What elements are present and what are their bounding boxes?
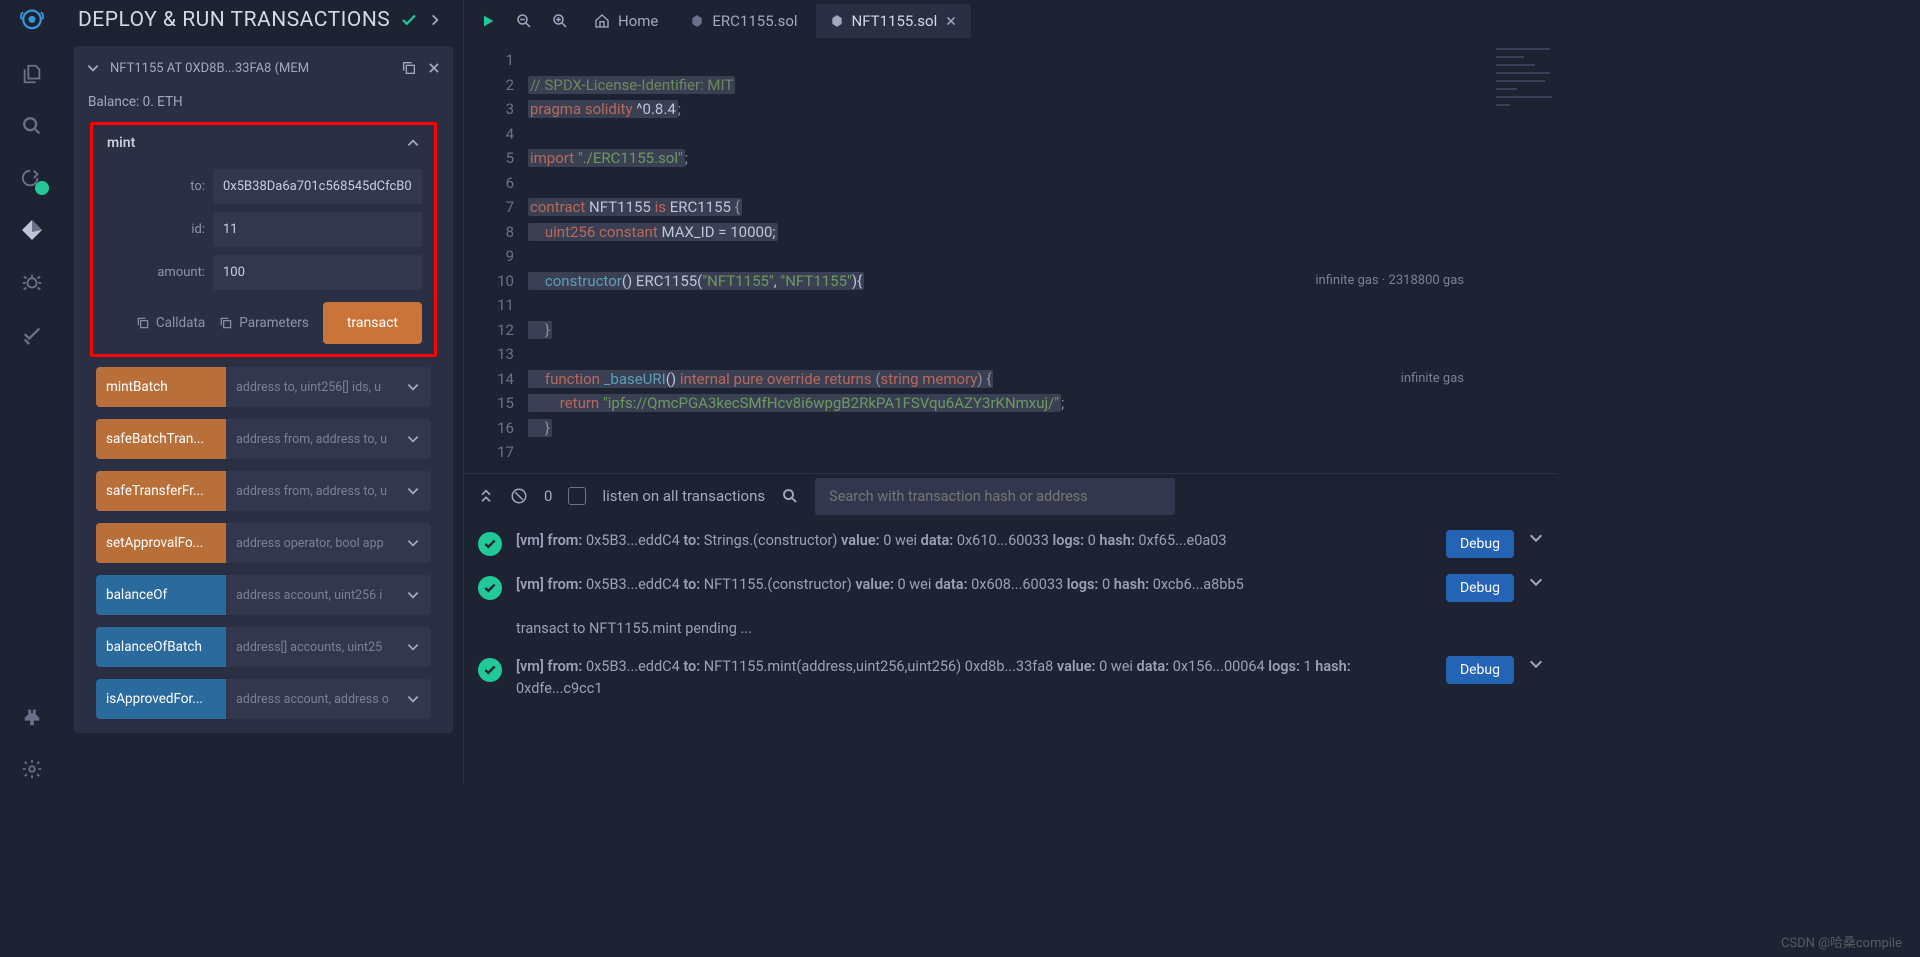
transact-button[interactable]: transact xyxy=(323,302,422,344)
tx-row: transact to NFT1155.mint pending ... xyxy=(478,610,1544,648)
files-icon[interactable] xyxy=(18,60,46,88)
chevron-down-icon[interactable] xyxy=(1528,530,1544,546)
function-row: setApprovalFo...address operator, bool a… xyxy=(96,523,431,563)
function-name-button[interactable]: balanceOf xyxy=(96,575,226,615)
function-name-button[interactable]: mintBatch xyxy=(96,367,226,407)
chevron-right-icon[interactable] xyxy=(428,13,442,27)
pending-count: 0 xyxy=(544,487,552,505)
chevron-down-icon[interactable] xyxy=(395,575,431,615)
function-params[interactable]: address from, address to, u xyxy=(226,471,395,511)
compiler-icon[interactable] xyxy=(18,164,46,192)
chevron-down-icon[interactable] xyxy=(1528,656,1544,672)
chevron-down-icon[interactable] xyxy=(395,523,431,563)
mint-to-input[interactable] xyxy=(213,169,422,204)
logo-icon xyxy=(18,8,46,36)
listen-checkbox[interactable] xyxy=(568,487,586,505)
function-params[interactable]: address account, uint256 i xyxy=(226,575,395,615)
mint-amount-label: amount: xyxy=(105,265,205,280)
verified-icon[interactable] xyxy=(18,320,46,348)
function-name-button[interactable]: safeBatchTran... xyxy=(96,419,226,459)
tab-home[interactable]: Home xyxy=(580,4,672,38)
function-row: isApprovedFor...address account, address… xyxy=(96,679,431,719)
mint-id-label: id: xyxy=(105,222,205,237)
debug-button[interactable]: Debug xyxy=(1446,574,1514,602)
function-row: balanceOfaddress account, uint256 i xyxy=(96,575,431,615)
balance-label: Balance: 0. ETH xyxy=(88,94,439,110)
tx-row: [vm] from: 0x5B3...eddC4 to: NFT1155.min… xyxy=(478,648,1544,708)
success-icon xyxy=(478,576,502,600)
close-icon[interactable] xyxy=(427,61,441,75)
tab-close-icon[interactable] xyxy=(945,15,957,27)
function-params[interactable]: address[] accounts, uint25 xyxy=(226,627,395,667)
chevron-down-icon[interactable] xyxy=(1528,574,1544,590)
check-icon xyxy=(400,11,418,29)
terminal-search-input[interactable] xyxy=(815,478,1175,515)
function-name-button[interactable]: balanceOfBatch xyxy=(96,627,226,667)
zoom-in-icon[interactable] xyxy=(544,5,576,37)
terminal-search-icon[interactable] xyxy=(781,487,799,505)
function-name-button[interactable]: safeTransferFr... xyxy=(96,471,226,511)
panel-title: DEPLOY & RUN TRANSACTIONS xyxy=(78,8,390,32)
tab-erc1155[interactable]: ERC1155.sol xyxy=(676,4,811,38)
success-icon xyxy=(478,658,502,682)
chevron-down-icon[interactable] xyxy=(395,367,431,407)
function-name-button[interactable]: isApprovedFor... xyxy=(96,679,226,719)
zoom-out-icon[interactable] xyxy=(508,5,540,37)
chevron-down-icon[interactable] xyxy=(395,627,431,667)
function-params[interactable]: address account, address o xyxy=(226,679,395,719)
chevron-down-icon[interactable] xyxy=(395,419,431,459)
terminal-clear-icon[interactable] xyxy=(510,487,528,505)
chevron-down-icon[interactable] xyxy=(86,61,100,75)
function-row: balanceOfBatchaddress[] accounts, uint25 xyxy=(96,627,431,667)
debug-button[interactable]: Debug xyxy=(1446,530,1514,558)
debug-button[interactable]: Debug xyxy=(1446,656,1514,684)
mint-title: mint xyxy=(107,135,135,151)
debugger-icon[interactable] xyxy=(18,268,46,296)
plugin-icon[interactable] xyxy=(18,703,46,731)
search-icon[interactable] xyxy=(18,112,46,140)
parameters-button[interactable]: Parameters xyxy=(219,315,309,331)
success-icon xyxy=(478,532,502,556)
function-params[interactable]: address to, uint256[] ids, u xyxy=(226,367,395,407)
chevron-up-icon[interactable] xyxy=(406,136,420,150)
copy-icon[interactable] xyxy=(401,60,417,76)
chevron-down-icon[interactable] xyxy=(395,679,431,719)
run-icon[interactable] xyxy=(472,5,504,37)
listen-label: listen on all transactions xyxy=(602,487,765,505)
function-params[interactable]: address operator, bool app xyxy=(226,523,395,563)
function-row: safeBatchTran...address from, address to… xyxy=(96,419,431,459)
calldata-button[interactable]: Calldata xyxy=(136,315,205,331)
function-row: mintBatchaddress to, uint256[] ids, u xyxy=(96,367,431,407)
deployed-contract-block: NFT1155 AT 0XD8B...33FA8 (MEM Balance: 0… xyxy=(74,46,453,733)
watermark: CSDN @哈桑compile xyxy=(1781,932,1902,951)
function-name-button[interactable]: setApprovalFo... xyxy=(96,523,226,563)
line-gutter: 1234567891011121314151617 xyxy=(464,42,528,473)
code-editor[interactable]: // SPDX-License-Identifier: MIT pragma s… xyxy=(528,42,1488,473)
terminal-expand-icon[interactable] xyxy=(478,488,494,504)
tx-row: [vm] from: 0x5B3...eddC4 to: Strings.(co… xyxy=(478,522,1544,566)
chevron-down-icon[interactable] xyxy=(395,471,431,511)
mint-amount-input[interactable] xyxy=(213,255,422,290)
tx-row: [vm] from: 0x5B3...eddC4 to: NFT1155.(co… xyxy=(478,566,1544,610)
mint-id-input[interactable] xyxy=(213,212,422,247)
function-row: safeTransferFr...address from, address t… xyxy=(96,471,431,511)
deployed-contract-label[interactable]: NFT1155 AT 0XD8B...33FA8 (MEM xyxy=(110,61,391,76)
settings-icon[interactable] xyxy=(18,755,46,783)
function-params[interactable]: address from, address to, u xyxy=(226,419,395,459)
mint-function-block: mint to: id: amount: Calldata Parameters… xyxy=(90,122,437,357)
tab-nft1155[interactable]: NFT1155.sol xyxy=(816,4,972,38)
deploy-icon[interactable] xyxy=(18,216,46,244)
mint-to-label: to: xyxy=(105,179,205,194)
minimap[interactable] xyxy=(1488,42,1558,473)
